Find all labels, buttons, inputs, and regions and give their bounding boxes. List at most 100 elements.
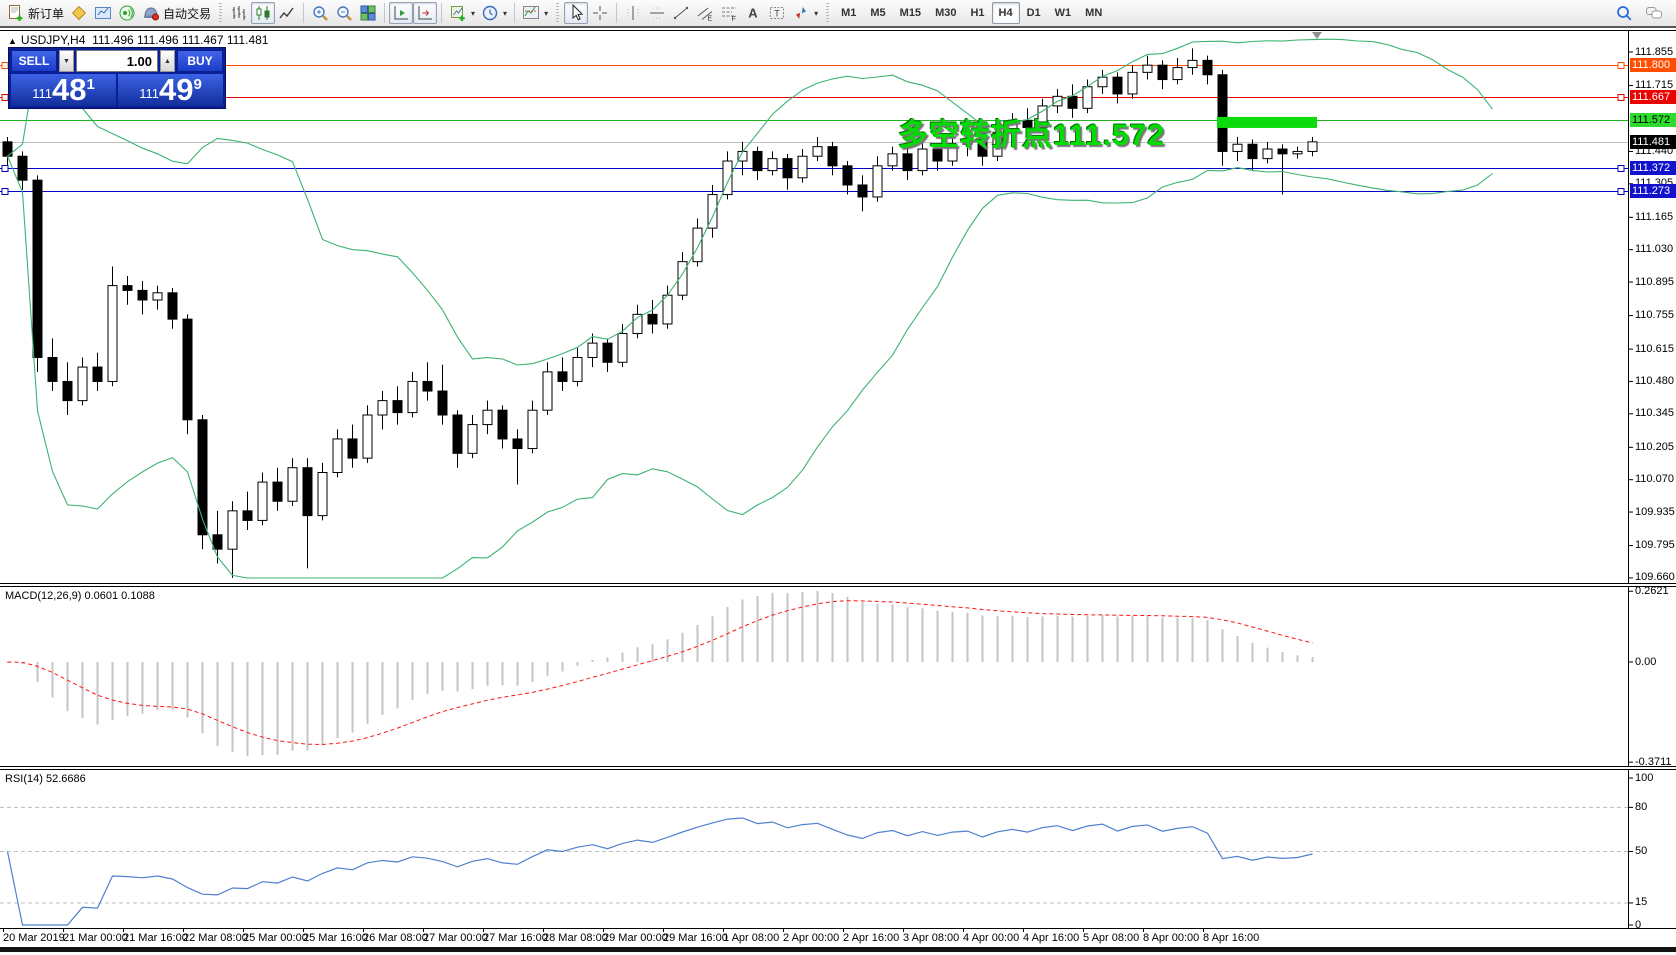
search-icon	[1615, 4, 1633, 22]
volume-input[interactable]: 1.00	[76, 50, 158, 72]
time-axis-label: 28 Mar 08:00	[543, 932, 608, 944]
chevron-down-icon: ▾	[503, 9, 507, 18]
timeframe-button-M15[interactable]: M15	[893, 2, 928, 24]
timeframe-button-M1[interactable]: M1	[834, 2, 863, 24]
candlestick-button[interactable]	[251, 2, 275, 24]
rsi-chart-canvas[interactable]	[0, 769, 1676, 929]
charts-icon	[94, 4, 112, 22]
chat-button[interactable]	[1642, 2, 1666, 24]
timeframe-button-M30[interactable]: M30	[928, 2, 963, 24]
price-tick-label: 111.165	[1635, 211, 1673, 223]
time-axis-label: 2 Apr 16:00	[843, 932, 899, 944]
level-price-label: 111.800	[1630, 58, 1676, 72]
toolbar-group-grip	[826, 3, 829, 23]
timeframe-button-H1[interactable]: H1	[963, 2, 991, 24]
auto-trading-button[interactable]: 自动交易	[139, 2, 214, 24]
text-icon: A	[744, 4, 762, 22]
new-order-button[interactable]: 新订单	[4, 2, 67, 24]
auto-scroll-button[interactable]	[389, 2, 413, 24]
equidistant-channel-icon: E	[696, 4, 714, 22]
chart-shift-button[interactable]	[413, 2, 437, 24]
svg-text:A: A	[748, 6, 758, 21]
templates-button[interactable]: ▾	[519, 2, 551, 24]
horizontal-line-button[interactable]	[645, 2, 669, 24]
price-tick-label: 110.345	[1635, 407, 1674, 419]
toolbar-separator	[616, 3, 617, 23]
one-click-trading-panel: SELL ▼ 1.00 ▲ BUY 111481 111499	[8, 47, 226, 109]
time-axis-label: 25 Mar 16:00	[303, 932, 368, 944]
time-axis-label: 26 Mar 08:00	[363, 932, 428, 944]
add-indicator-button[interactable]: ▾	[446, 2, 478, 24]
time-axis[interactable]: 20 Mar 201921 Mar 00:0021 Mar 16:0022 Ma…	[0, 929, 1676, 947]
main-chart-panel: ▲USDJPY,H4 111.496 111.496 111.467 111.4…	[0, 30, 1676, 584]
fibonacci-button[interactable]: F	[717, 2, 741, 24]
buy-price-prefix: 111	[139, 86, 159, 101]
sell-button[interactable]: SELL	[11, 50, 57, 72]
level-price-label: 111.273	[1630, 184, 1676, 198]
trendline-button[interactable]	[669, 2, 693, 24]
price-tick-label: 109.660	[1635, 571, 1675, 583]
equidistant-channel-button[interactable]: E	[693, 2, 717, 24]
crosshair-button[interactable]	[588, 2, 612, 24]
svg-text:T: T	[774, 9, 780, 19]
macd-tick-label: -0.3711	[1635, 756, 1672, 768]
sell-price-display[interactable]: 111481	[11, 74, 116, 106]
macd-chart-canvas[interactable]	[0, 586, 1676, 767]
buy-button[interactable]: BUY	[177, 50, 223, 72]
add-indicator-icon	[449, 4, 467, 22]
rsi-tick-label: 100	[1635, 772, 1653, 784]
rsi-tick-label: 50	[1635, 845, 1647, 857]
time-axis-label: 29 Mar 16:00	[663, 932, 728, 944]
chevron-down-icon: ▾	[814, 9, 818, 18]
vertical-line-button[interactable]	[621, 2, 645, 24]
text-label-button[interactable]: T	[765, 2, 789, 24]
arrows-button[interactable]: ▾	[789, 2, 821, 24]
tile-windows-button[interactable]	[356, 2, 380, 24]
trendline-icon	[672, 4, 690, 22]
buy-price-big: 49	[159, 75, 193, 105]
time-axis-label: 8 Apr 16:00	[1203, 932, 1259, 944]
toolbar-group-grip	[219, 3, 222, 23]
charts-button[interactable]	[91, 2, 115, 24]
rsi-tick-label: 80	[1635, 801, 1647, 813]
time-axis-label: 29 Mar 00:00	[603, 932, 668, 944]
timeframe-button-MN[interactable]: MN	[1078, 2, 1109, 24]
sell-price-prefix: 111	[32, 86, 52, 101]
cursor-icon	[567, 4, 585, 22]
tile-windows-icon	[359, 4, 377, 22]
price-tick-label: 110.480	[1635, 375, 1674, 387]
timeframe-button-H4[interactable]: H4	[992, 2, 1020, 24]
text-label-icon: T	[768, 4, 786, 22]
price-chart-canvas[interactable]	[0, 30, 1676, 584]
line-chart-button[interactable]	[275, 2, 299, 24]
crosshair-icon	[591, 4, 609, 22]
time-axis-label: 20 Mar 2019	[3, 932, 65, 944]
price-tick-label: 110.615	[1635, 343, 1674, 355]
collapse-arrow-icon[interactable]: ▲	[8, 36, 17, 46]
toolbar-group-grip	[556, 3, 559, 23]
buy-price-display[interactable]: 111499	[118, 74, 223, 106]
signals-button[interactable]	[115, 2, 139, 24]
toolbar-right-group	[1612, 2, 1672, 24]
cursor-button[interactable]	[564, 2, 588, 24]
templates-icon	[522, 4, 540, 22]
bar-chart-button[interactable]	[227, 2, 251, 24]
text-button[interactable]: A	[741, 2, 765, 24]
volume-increase-button[interactable]: ▲	[160, 50, 175, 72]
timeframe-button-D1[interactable]: D1	[1020, 2, 1048, 24]
search-button[interactable]	[1612, 2, 1636, 24]
trading-terminal-window: 新订单 自动交易 ▾ ▾ ▾ E F A T ▾ M1M5M15M30H1H4D1W1MN ▲USD…	[0, 0, 1676, 955]
zoom-out-button[interactable]	[332, 2, 356, 24]
time-axis-label: 4 Apr 00:00	[963, 932, 1019, 944]
price-tick-label: 110.205	[1635, 441, 1674, 453]
svg-text:F: F	[732, 16, 736, 22]
buy-price-sup: 9	[193, 76, 201, 93]
periods-button[interactable]: ▾	[478, 2, 510, 24]
periods-icon	[481, 4, 499, 22]
timeframe-button-M5[interactable]: M5	[863, 2, 892, 24]
timeframe-button-W1[interactable]: W1	[1048, 2, 1079, 24]
toolbar-separator	[514, 3, 515, 23]
profiles-button[interactable]	[67, 2, 91, 24]
volume-decrease-button[interactable]: ▼	[59, 50, 74, 72]
zoom-in-button[interactable]	[308, 2, 332, 24]
